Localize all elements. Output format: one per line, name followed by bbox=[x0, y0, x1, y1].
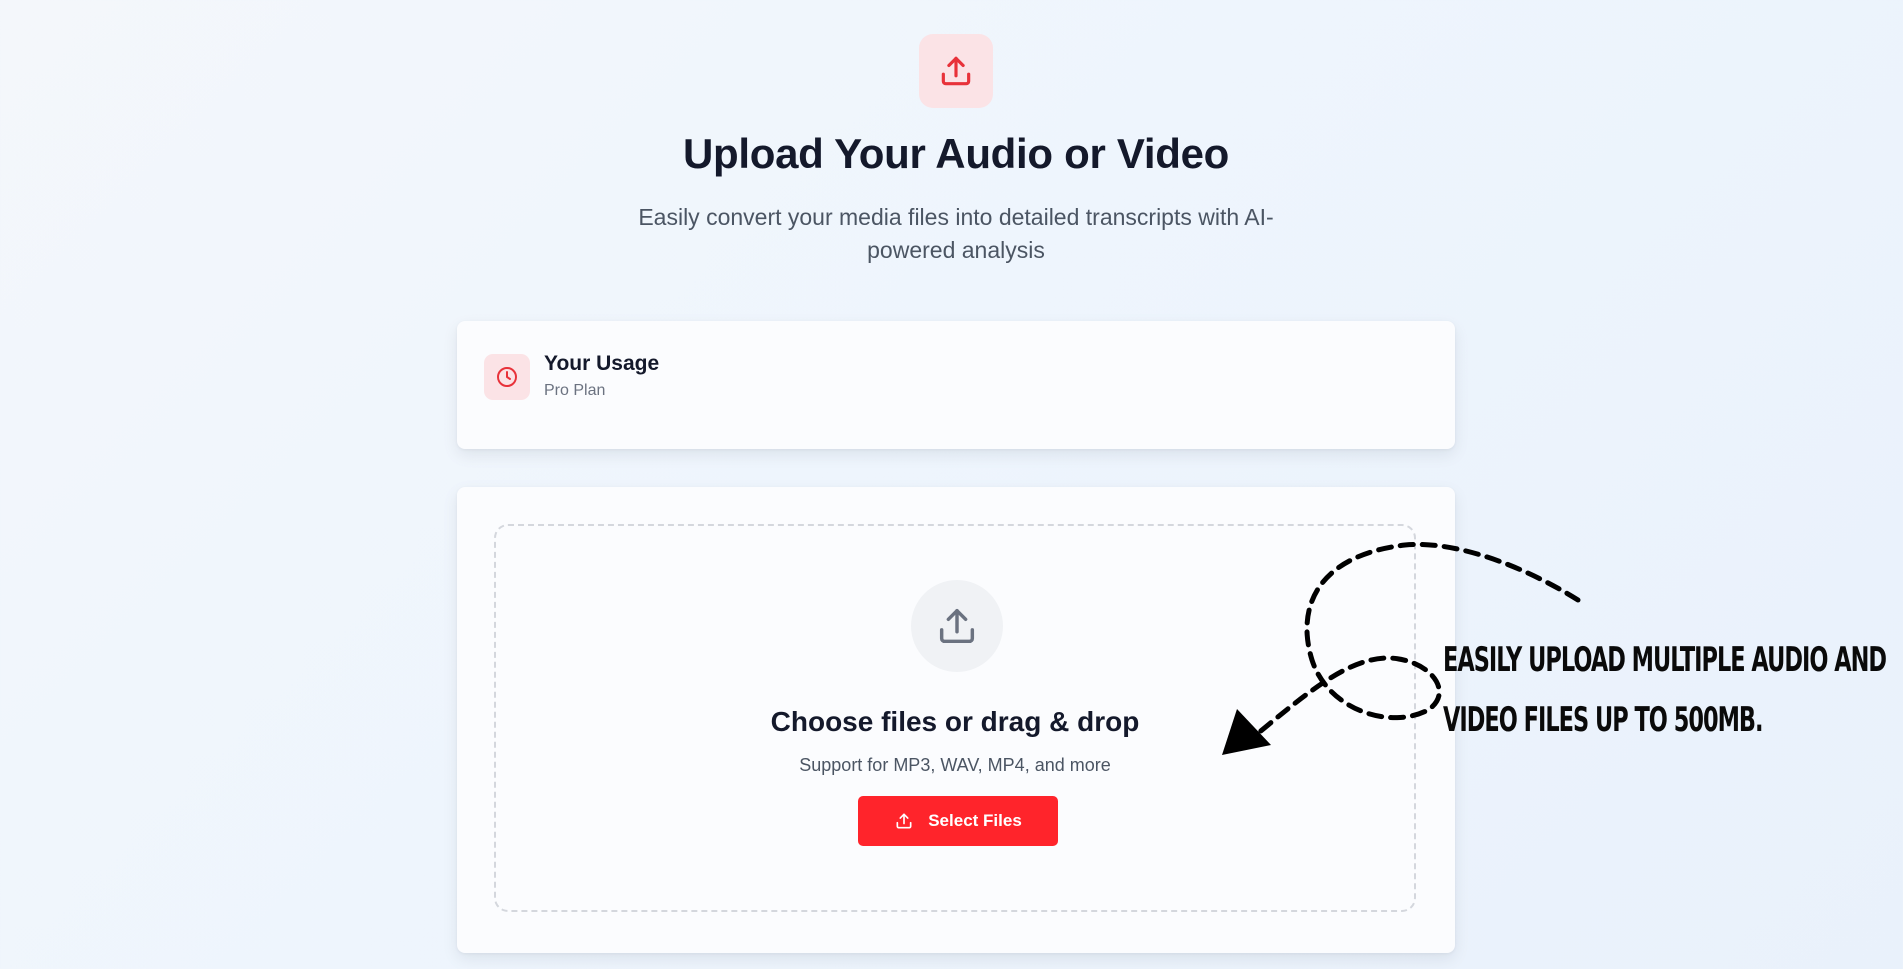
dropzone-icon-circle bbox=[911, 580, 1003, 672]
annotation-arrowhead bbox=[1222, 709, 1271, 755]
upload-icon bbox=[896, 813, 912, 829]
select-files-button[interactable]: Select Files bbox=[858, 796, 1058, 846]
header-upload-icon bbox=[919, 34, 993, 108]
usage-clock-badge bbox=[484, 354, 530, 400]
page-title: Upload Your Audio or Video bbox=[683, 130, 1229, 177]
select-files-label: Select Files bbox=[928, 811, 1022, 830]
usage-plan: Pro Plan bbox=[544, 382, 606, 399]
upload-icon bbox=[939, 608, 975, 644]
usage-title: Your Usage bbox=[544, 352, 660, 375]
annotation-line-1: EASILY UPLOAD MULTIPLE AUDIO AND bbox=[1443, 640, 1887, 680]
usage-card: Your Usage Pro Plan bbox=[457, 321, 1455, 449]
annotation-text: EASILY UPLOAD MULTIPLE AUDIO AND VIDEO F… bbox=[1443, 630, 1887, 750]
upload-icon bbox=[941, 56, 971, 86]
page-subtitle: Easily convert your media files into det… bbox=[638, 204, 1274, 263]
annotation-line-2: VIDEO FILES UP TO 500MB. bbox=[1443, 700, 1764, 740]
clock-icon bbox=[497, 367, 517, 387]
